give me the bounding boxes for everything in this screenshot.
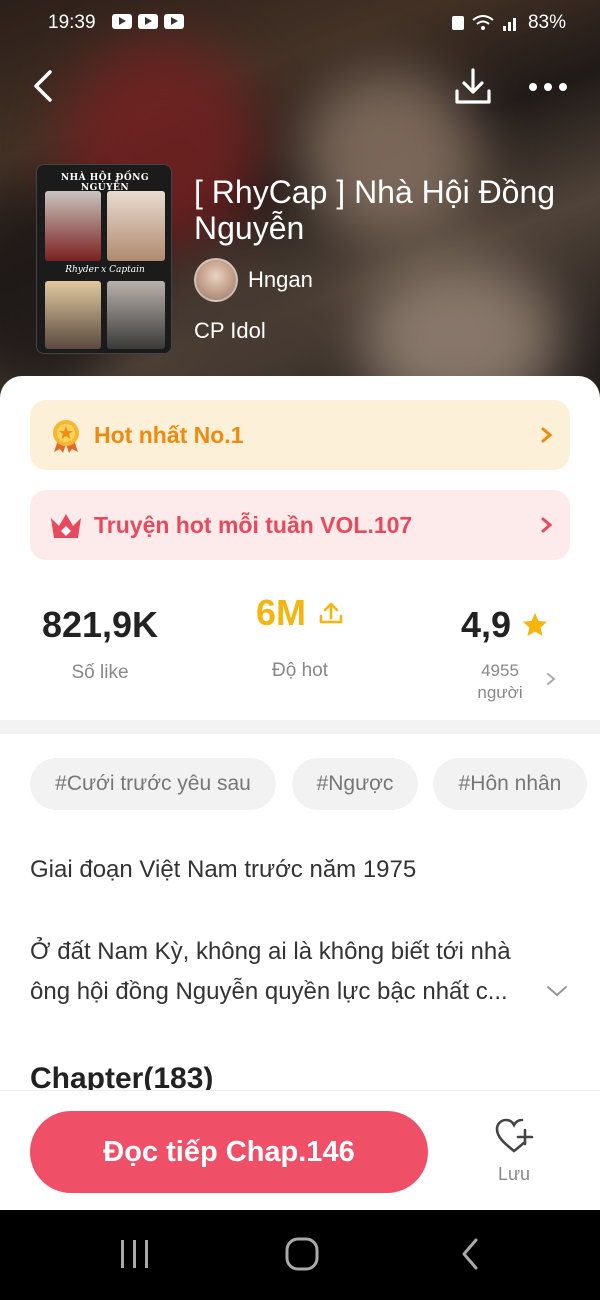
cover-photo xyxy=(45,191,101,261)
ranking-banner-hot[interactable]: Hot nhất No.1 xyxy=(30,400,570,470)
ranking-label: Hot nhất No.1 xyxy=(94,421,244,448)
book-cover[interactable]: NHÀ HỘI ĐỒNG NGUYỄN Rhyder x Captain xyxy=(36,164,172,354)
likes-count: 821,9K xyxy=(41,604,159,645)
description-text: Ở đất Nam Kỳ, không ai là không biết tới… xyxy=(30,938,511,1005)
notification-icons xyxy=(112,14,184,29)
book-header: 19:39 83% NHÀ HỘI ĐỒNG NGUYỄN Rhyder x C… xyxy=(0,0,600,420)
cover-title: NHÀ HỘI ĐỒNG NGUYỄN xyxy=(60,173,150,193)
continue-reading-button[interactable]: Đọc tiếp Chap.146 xyxy=(30,1111,428,1193)
rating-count[interactable]: 4955 người xyxy=(462,660,538,704)
chevron-right-icon xyxy=(541,517,553,533)
home-icon[interactable] xyxy=(284,1236,320,1272)
rating-value: 4,9 xyxy=(460,604,512,645)
status-time: 19:39 xyxy=(48,12,96,33)
book-title: [ RhyCap ] Nhà Hội Đồng Nguyễn xyxy=(194,174,556,246)
author-name[interactable]: Hngan xyxy=(248,267,313,293)
download-icon[interactable] xyxy=(452,66,494,108)
description-line: Giai đoạn Việt Nam trước năm 1975 xyxy=(30,856,417,883)
youtube-icon xyxy=(112,14,132,29)
cover-photo xyxy=(107,281,165,349)
hot-count: 6M xyxy=(255,592,306,633)
rating-count-unit: người xyxy=(477,683,523,702)
tag-chip[interactable]: #Cưới trước yêu sau xyxy=(30,758,276,810)
chevron-down-icon[interactable] xyxy=(546,984,568,998)
youtube-icon xyxy=(164,14,184,29)
rating-value-row: 4,9 xyxy=(461,604,549,646)
back-icon[interactable] xyxy=(458,1236,482,1272)
lock-icon xyxy=(451,16,464,30)
tag-chip[interactable]: #Ngược xyxy=(292,758,418,810)
battery-text: 83% xyxy=(527,12,566,33)
chevron-right-icon xyxy=(541,427,553,443)
hot-value-row: 6M xyxy=(256,592,344,634)
wifi-icon xyxy=(472,15,494,30)
content-sheet: Hot nhất No.1 Truyện hot mỗi tuần VOL.10… xyxy=(0,376,600,1210)
status-bar: 19:39 83% xyxy=(0,0,600,46)
ranking-label: Truyện hot mỗi tuần VOL.107 xyxy=(94,511,413,538)
likes-label: Số like xyxy=(71,662,129,683)
bottom-action-bar: Đọc tiếp Chap.146 Lưu xyxy=(0,1090,600,1210)
upload-icon[interactable] xyxy=(318,600,344,626)
cover-photo xyxy=(107,191,165,261)
star-icon xyxy=(523,613,548,636)
more-options-icon[interactable] xyxy=(526,72,570,102)
chevron-right-icon[interactable] xyxy=(546,672,556,686)
likes-stat: 821,9K Số like xyxy=(30,604,170,684)
youtube-icon xyxy=(138,14,158,29)
cover-subtitle: Rhyder x Captain xyxy=(65,265,145,275)
ranking-banner-weekly[interactable]: Truyện hot mỗi tuần VOL.107 xyxy=(30,490,570,560)
status-right: 83% xyxy=(451,12,566,34)
system-navigation-bar xyxy=(0,1210,600,1300)
cover-photo xyxy=(45,281,101,349)
signal-icon xyxy=(502,18,516,31)
save-button[interactable]: Lưu xyxy=(484,1117,544,1185)
rating-count-number: 4955 xyxy=(481,661,519,680)
medal-icon xyxy=(53,420,79,453)
save-label: Lưu xyxy=(497,1164,531,1184)
crown-icon xyxy=(51,514,81,538)
hot-stat[interactable]: 6M Độ hot xyxy=(230,592,370,682)
author-avatar[interactable] xyxy=(194,258,238,302)
book-category[interactable]: CP Idol xyxy=(194,318,266,344)
back-arrow-icon[interactable] xyxy=(26,66,62,106)
recent-apps-icon[interactable] xyxy=(118,1236,152,1272)
rating-stat[interactable]: 4,9 xyxy=(440,604,570,646)
tag-chip[interactable]: #Hôn nhân xyxy=(433,758,587,810)
hot-label: Độ hot xyxy=(272,660,328,681)
author-row[interactable]: Hngan xyxy=(194,258,313,302)
heart-plus-icon xyxy=(495,1118,534,1153)
section-divider xyxy=(0,720,600,734)
